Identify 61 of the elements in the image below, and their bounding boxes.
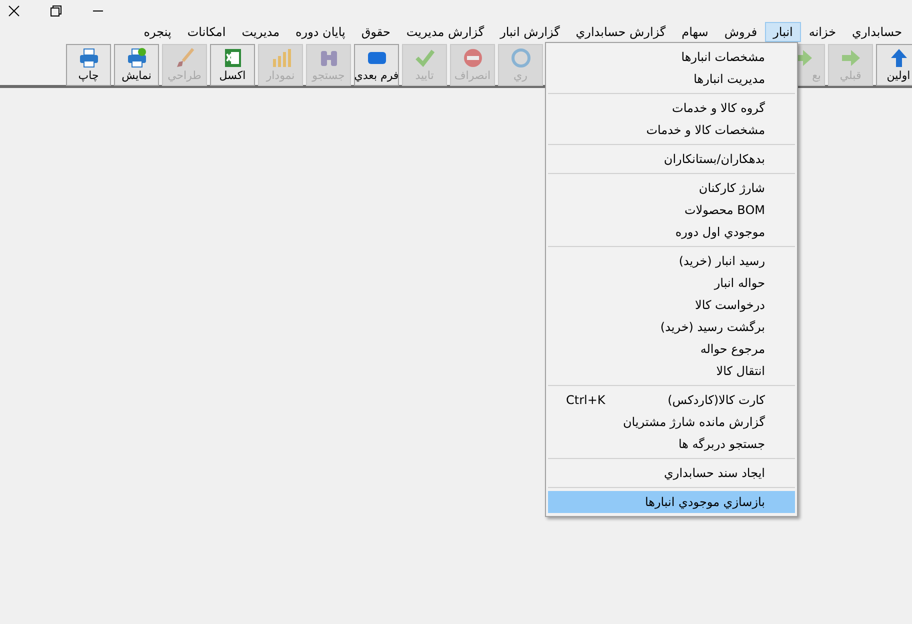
toolbar-button[interactable]: نمايش (114, 44, 159, 86)
item-label: BOM محصولات (684, 202, 765, 219)
dropdown-item[interactable]: درخواست كالا (548, 294, 795, 316)
toolbar-button[interactable]: اولين (876, 44, 912, 86)
stop-icon (462, 47, 484, 69)
item-label: بدهكاران/بستانكاران (664, 151, 765, 168)
item-label: كارت كالا(كاردكس) (668, 392, 765, 409)
dropdown-item[interactable]: ايجاد سند حسابداري (548, 462, 795, 484)
item-label: ايجاد سند حسابداري (664, 465, 765, 482)
menu-item[interactable]: پايان دوره (288, 22, 354, 42)
item-label: انتقال كالا (716, 363, 765, 380)
dropdown-item[interactable]: موجودي اول دوره (548, 221, 795, 243)
dropdown-item[interactable]: جستجو دربرگه ها (548, 433, 795, 455)
menu-item[interactable]: فروش (716, 22, 766, 42)
dropdown-item[interactable]: حواله انبار (548, 272, 795, 294)
item-label: جستجو دربرگه ها (678, 436, 765, 453)
menu-item[interactable]: حسابداري (844, 22, 910, 42)
dropdown-item[interactable]: گزارش مانده شارژ مشتريان (548, 411, 795, 433)
dropdown-item[interactable]: شارژ كاركنان (548, 177, 795, 199)
dropdown-item[interactable]: گروه كالا و خدمات (548, 97, 795, 119)
dropdown-item[interactable]: مشخصات كالا و خدمات (548, 119, 795, 141)
right-arrow-icon (840, 47, 862, 69)
dropdown-item[interactable]: بازسازي موجودي انبارها (548, 491, 795, 513)
item-label: شارژ كاركنان (698, 180, 765, 197)
menu-item[interactable]: حقوق (353, 22, 398, 42)
item-label: مشخصات كالا و خدمات (646, 122, 765, 139)
restore-icon[interactable] (50, 5, 62, 17)
dropdown-item[interactable]: مرجوع حواله (548, 338, 795, 360)
close-icon[interactable] (8, 5, 20, 17)
item-label: گزارش مانده شارژ مشتريان (622, 414, 765, 431)
menu-item[interactable]: خزانه (800, 22, 844, 42)
printer-icon (126, 47, 148, 69)
menu-item[interactable]: انبار (765, 22, 801, 42)
item-label: مرجوع حواله (700, 341, 765, 358)
dropdown-item[interactable]: BOM محصولات (548, 199, 795, 221)
item-label: حواله انبار (714, 275, 765, 292)
dropdown-item[interactable]: رسيد انبار (خريد) (548, 250, 795, 272)
dropdown-item[interactable]: بدهكاران/بستانكاران (548, 148, 795, 170)
dropdown-item[interactable]: انتقال كالا (548, 360, 795, 382)
item-label: مديريت انبارها (694, 71, 765, 88)
dropdown-item[interactable]: برگشت رسيد (خريد) (548, 316, 795, 338)
shortcut-label: Ctrl+K (566, 392, 606, 409)
item-label: گروه كالا و خدمات (672, 100, 765, 117)
check-icon (414, 47, 436, 69)
item-label: برگشت رسيد (خريد) (660, 319, 765, 336)
item-label: بازسازي موجودي انبارها (644, 494, 765, 511)
item-label: موجودي اول دوره (675, 224, 765, 241)
item-label: مشخصات انبارها (681, 49, 765, 66)
toolbar-button[interactable]: اكسل (210, 44, 255, 86)
item-label: رسيد انبار (خريد) (678, 253, 765, 270)
menu-item[interactable]: گزارش انبار (492, 22, 568, 42)
item-label: درخواست كالا (695, 297, 765, 314)
menu-item[interactable]: مديريت (234, 22, 288, 42)
printer-icon (78, 47, 100, 69)
menu-item[interactable]: گزارش حسابداري (568, 22, 674, 42)
menu-item[interactable]: پنجره (136, 22, 180, 42)
menu-item[interactable]: امكانات (179, 22, 234, 42)
toolbar-button[interactable]: چاپ (66, 44, 111, 86)
menu-item[interactable]: گزارش مديريت (398, 22, 492, 42)
menu-item[interactable]: سهام (674, 22, 716, 42)
toolbar-button[interactable]: فرم بعدي (354, 44, 399, 86)
